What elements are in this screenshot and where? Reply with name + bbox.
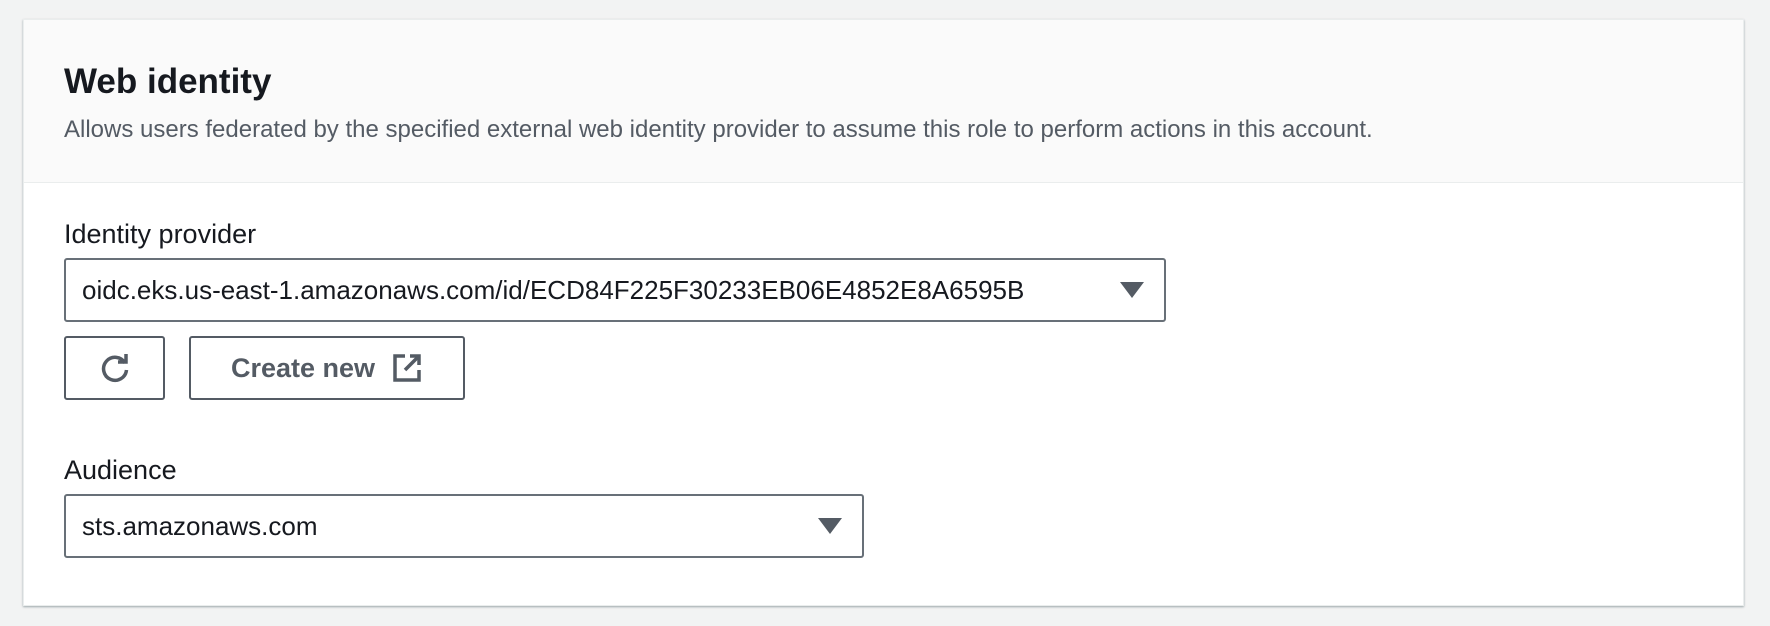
identity-provider-select[interactable]: oidc.eks.us-east-1.amazonaws.com/id/ECD8… [64,258,1166,322]
external-link-icon [391,352,423,384]
panel-description: Allows users federated by the specified … [64,116,1373,143]
caret-down-icon [818,518,842,534]
refresh-button[interactable] [64,336,165,400]
audience-label: Audience [64,455,177,485]
identity-provider-value: oidc.eks.us-east-1.amazonaws.com/id/ECD8… [82,274,1025,305]
web-identity-panel: Web identity Allows users federated by t… [23,19,1744,606]
refresh-icon [98,351,132,385]
audience-value: sts.amazonaws.com [82,510,318,541]
identity-provider-label: Identity provider [64,219,257,249]
panel-title: Web identity [64,62,272,101]
create-new-button[interactable]: Create new [189,336,465,400]
panel-header: Web identity Allows users federated by t… [24,20,1743,183]
create-new-label: Create new [230,352,376,383]
caret-down-icon [1120,282,1144,298]
audience-select[interactable]: sts.amazonaws.com [64,494,864,558]
